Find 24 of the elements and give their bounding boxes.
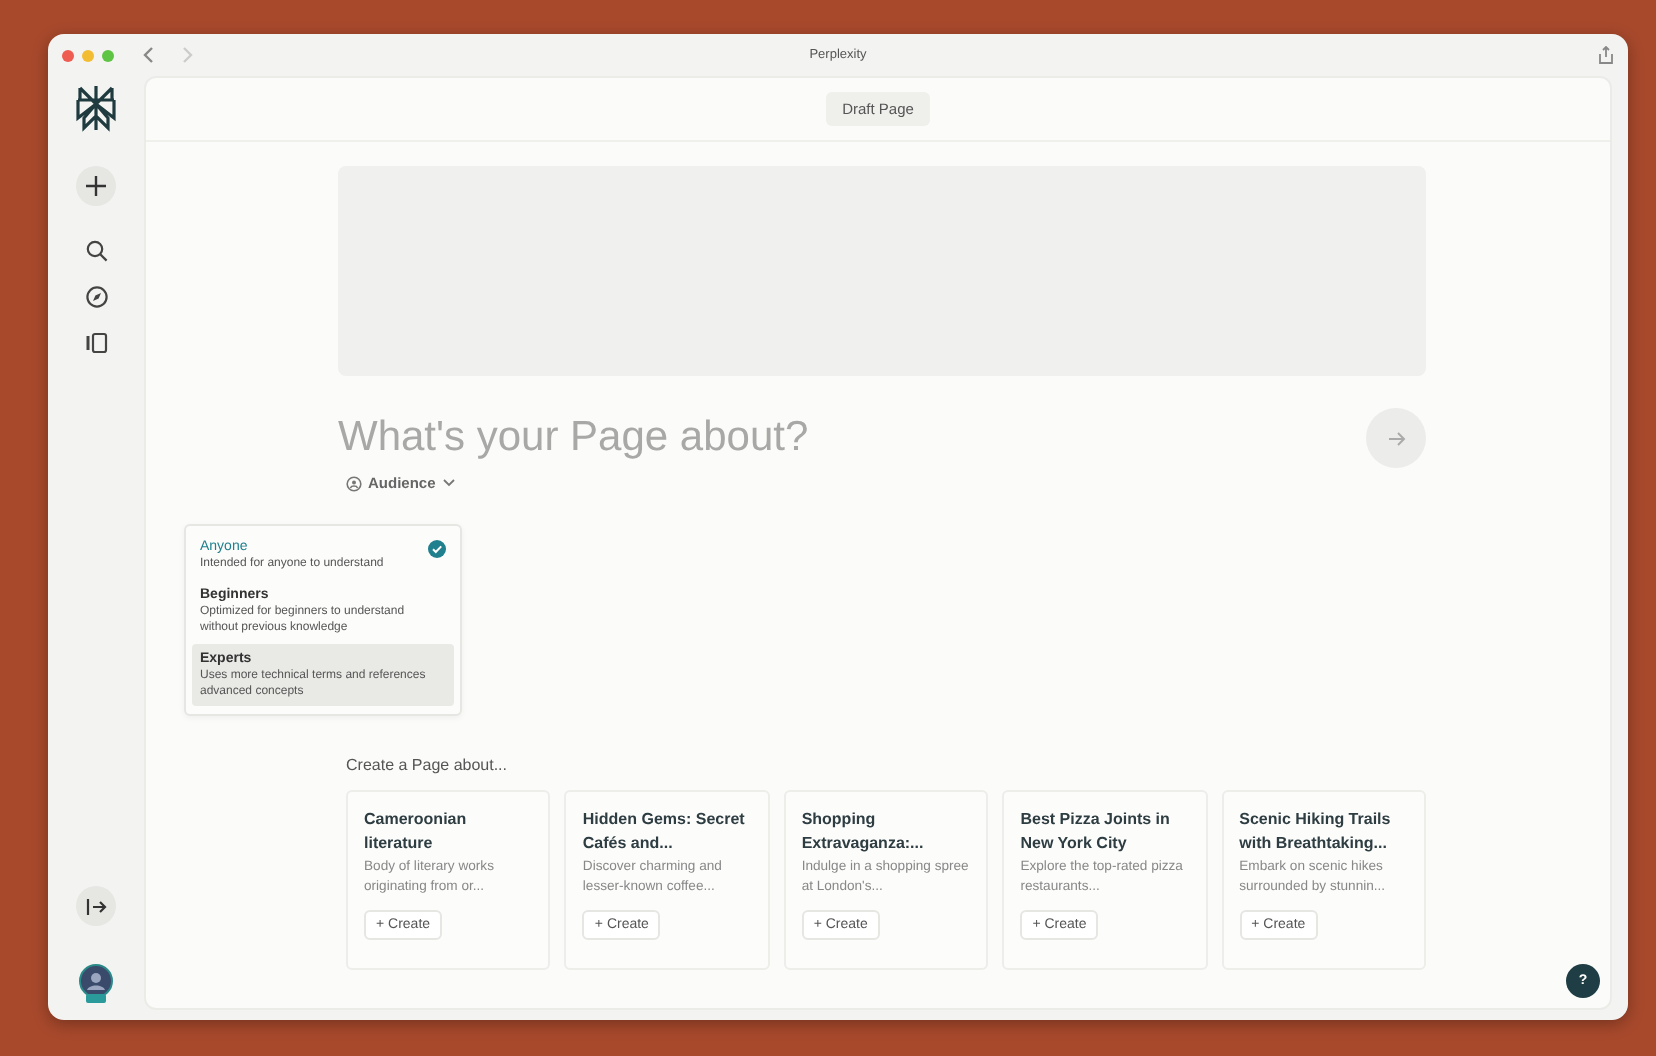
- card-title: Shopping Extravaganza:...: [801, 808, 926, 856]
- logo-icon[interactable]: [74, 84, 118, 132]
- close-button[interactable]: [62, 49, 74, 61]
- expand-sidebar-button[interactable]: [76, 886, 116, 926]
- zoom-button[interactable]: [102, 49, 114, 61]
- chevron-down-icon: [441, 478, 456, 488]
- page-topic-field[interactable]: What's your Page about?: [338, 414, 1366, 462]
- person-icon: [346, 475, 362, 491]
- new-thread-button[interactable]: [76, 166, 116, 206]
- card-title: Hidden Gems: Secret Cafés and...: [582, 808, 747, 856]
- back-icon[interactable]: [142, 46, 154, 64]
- checkmark-icon: [428, 540, 446, 558]
- compass-icon[interactable]: [85, 286, 107, 308]
- avatar-icon[interactable]: [78, 964, 114, 1004]
- share-icon[interactable]: [1598, 46, 1614, 64]
- card-title: Best Pizza Joints in New York City: [1020, 808, 1172, 856]
- arrow-right-icon: [1387, 429, 1405, 447]
- card-title: Scenic Hiking Trails with Breathtaking...: [1239, 808, 1393, 856]
- arrow-to-bar-icon: [85, 897, 107, 915]
- search-icon[interactable]: [85, 240, 107, 262]
- card-title: Cameroonian literature: [364, 808, 469, 856]
- section-heading: Create a Page about...: [346, 756, 509, 774]
- library-icon[interactable]: [85, 332, 107, 354]
- plus-icon: [86, 176, 106, 196]
